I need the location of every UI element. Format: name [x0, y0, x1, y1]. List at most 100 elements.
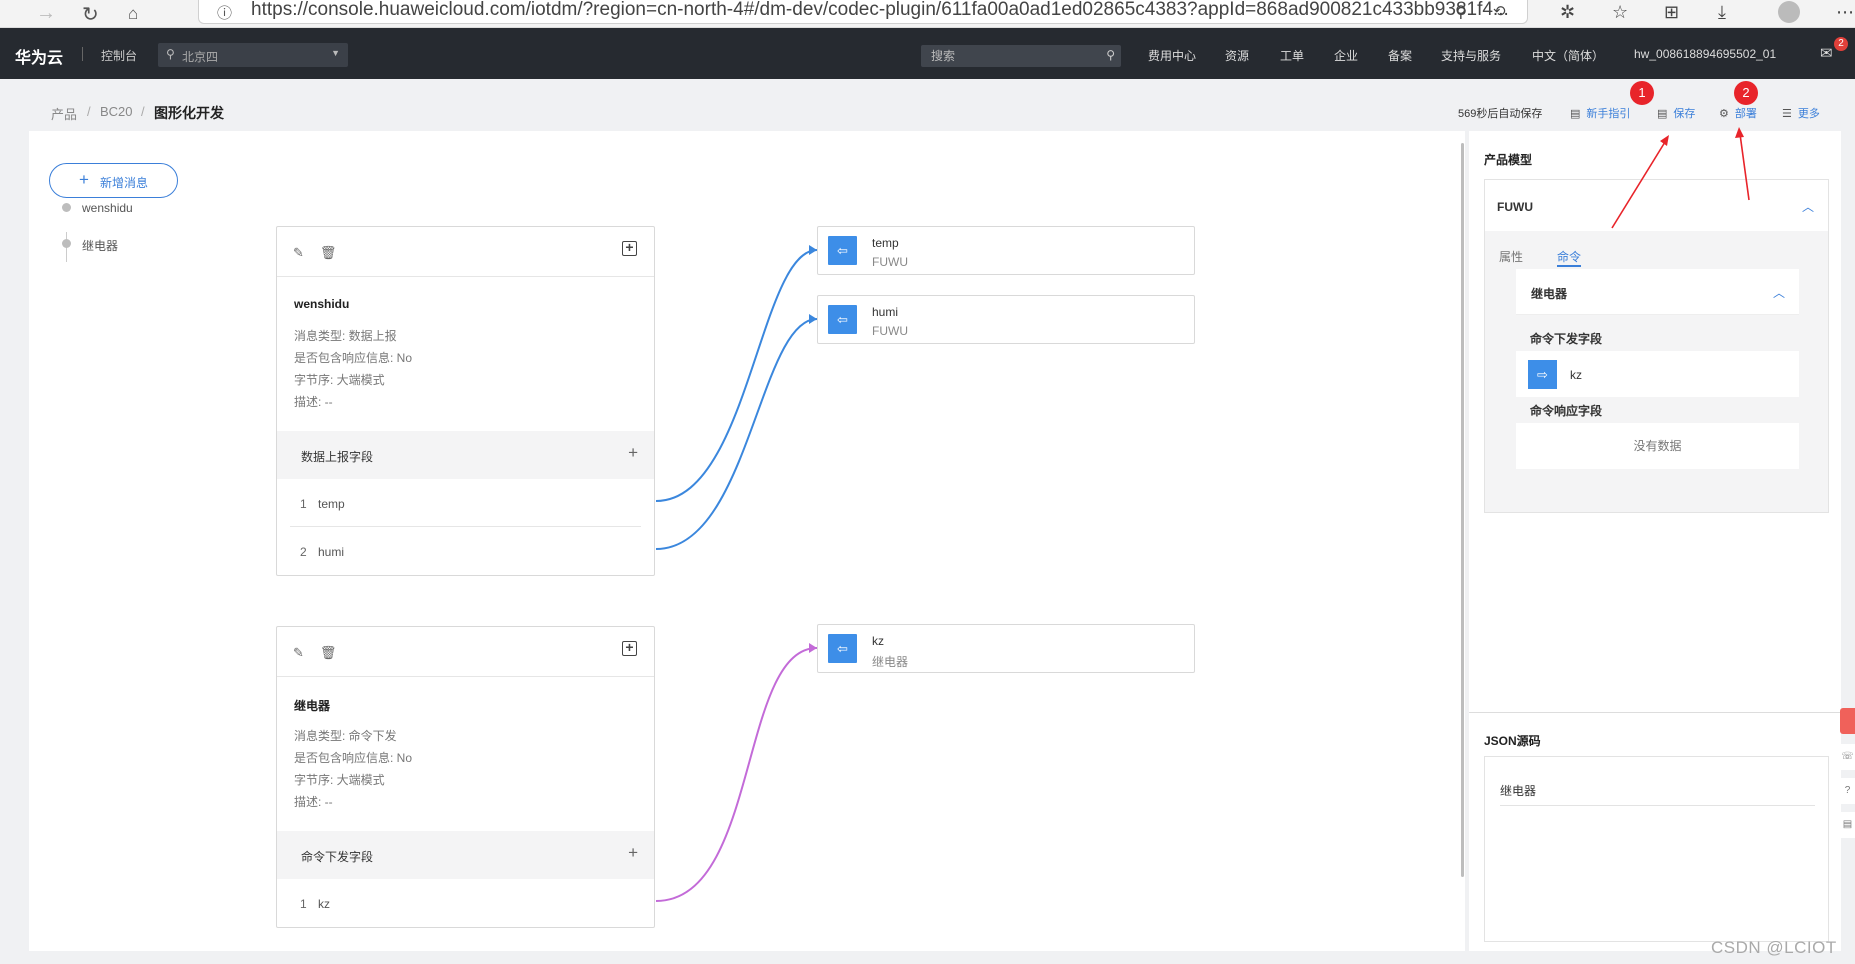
edit-icon[interactable]: ✎	[293, 645, 304, 660]
back-icon[interactable]: →	[36, 2, 56, 25]
panel-title: 产品模型	[1484, 153, 1533, 167]
model-target-humi[interactable]: ⇦ humi FUWU	[817, 295, 1195, 344]
nav-resources[interactable]: 资源	[1225, 47, 1249, 64]
card-divider	[277, 276, 654, 277]
tree-item-relay[interactable]: 继电器	[82, 237, 118, 254]
nav-account[interactable]: hw_008618894695502_01	[1634, 47, 1776, 61]
gear-icon: ⚙	[1719, 108, 1729, 120]
search-input[interactable]	[921, 45, 1091, 67]
service-body: 属性 命令 继电器 ︿ 命令下发字段 ⇨ kz 命令响应字段 没有数据	[1484, 231, 1829, 513]
guide-button[interactable]: ▤ 新手指引	[1570, 105, 1630, 121]
service-accordion[interactable]: FUWU ︿	[1484, 179, 1829, 231]
note-float-icon[interactable]: ▤	[1840, 812, 1855, 838]
deploy-label: 部署	[1734, 108, 1757, 120]
nav-filing[interactable]: 备案	[1388, 47, 1412, 64]
reader-icon[interactable]: ⟲	[1493, 2, 1506, 20]
favorites-icon[interactable]: ☆	[1612, 2, 1628, 23]
field-row[interactable]: 1 temp	[277, 479, 654, 527]
breadcrumb-separator: /	[141, 104, 145, 119]
feedback-float-button[interactable]	[1840, 708, 1855, 734]
message-description: 描述: --	[294, 395, 333, 409]
tab-commands[interactable]: 命令	[1557, 248, 1581, 265]
add-field-plus-icon[interactable]: +	[628, 444, 638, 462]
add-field-icon[interactable]: +	[622, 640, 637, 656]
annotation-badge-2: 2	[1734, 81, 1758, 105]
extensions-icon[interactable]: ✲	[1560, 2, 1575, 23]
message-name: wenshidu	[294, 297, 350, 311]
trash-icon[interactable]: 🗑	[320, 645, 337, 660]
address-bar[interactable]: ⓘ https://console.huaweicloud.com/iotdm/…	[198, 0, 1528, 24]
json-source-box[interactable]: 继电器	[1484, 756, 1829, 942]
model-target-temp[interactable]: ⇦ temp FUWU	[817, 226, 1195, 275]
link-temp	[655, 249, 818, 502]
nav-billing[interactable]: 费用中心	[1148, 47, 1196, 64]
header-divider	[82, 47, 83, 61]
reload-icon[interactable]: ↻	[82, 2, 99, 27]
search-icon[interactable]: ⚲	[1106, 48, 1115, 62]
arrow-head	[809, 314, 817, 324]
target-service: FUWU	[872, 255, 908, 269]
breadcrumb-current: 图形化开发	[154, 105, 224, 121]
field-row[interactable]: 1 kz	[277, 879, 654, 927]
profile-avatar[interactable]	[1778, 1, 1800, 23]
save-icon: ▤	[1657, 108, 1668, 120]
add-message-button[interactable]: + 新增消息	[49, 163, 178, 198]
fields-header: 数据上报字段 +	[277, 431, 654, 479]
trash-icon[interactable]: 🗑	[320, 245, 337, 260]
edit-icon[interactable]: ✎	[293, 245, 304, 260]
tree-item-wenshidu[interactable]: wenshidu	[82, 201, 133, 215]
add-message-label: 新增消息	[100, 176, 149, 190]
help-float-icon[interactable]: ☏	[1840, 744, 1855, 770]
deploy-button[interactable]: ⚙ 部署	[1719, 105, 1757, 121]
link-kz	[655, 647, 818, 902]
json-content: 继电器	[1500, 784, 1537, 798]
card-tools: ✎ 🗑	[293, 645, 352, 661]
brand-logo[interactable]: 华为云	[15, 44, 63, 68]
field-name: temp	[318, 497, 345, 511]
message-type: 消息类型: 数据上报	[294, 329, 397, 343]
site-info-icon[interactable]: ⓘ	[217, 2, 232, 23]
target-service: 继电器	[872, 655, 909, 669]
collections-icon[interactable]: ⊞	[1664, 2, 1679, 23]
header-search: ⚲	[921, 45, 1121, 67]
graphical-canvas: + 新增消息 wenshidu 继电器 ✎ 🗑 + wenshidu 消息类型: …	[29, 131, 1465, 951]
active-tab-indicator	[1557, 265, 1581, 267]
chevron-up-icon[interactable]: ︿	[1773, 284, 1785, 301]
breadcrumb-product[interactable]: BC20	[100, 104, 133, 119]
nav-tickets[interactable]: 工单	[1280, 47, 1304, 64]
question-float-icon[interactable]: ?	[1840, 778, 1855, 804]
target-name: humi	[872, 305, 899, 319]
browser-menu-icon[interactable]: ⋯	[1836, 2, 1854, 23]
mail-icon[interactable]: ✉	[1820, 44, 1833, 62]
more-label: 更多	[1797, 108, 1820, 120]
add-field-plus-icon[interactable]: +	[628, 844, 638, 862]
field-name: kz	[318, 897, 330, 911]
canvas-scrollbar[interactable]	[1461, 143, 1464, 877]
breadcrumb-separator: /	[87, 104, 91, 119]
message-description: 描述: --	[294, 795, 333, 809]
resp-fields-title: 命令响应字段	[1530, 404, 1603, 418]
downloads-icon[interactable]: ⤓	[1718, 2, 1726, 23]
chevron-up-icon[interactable]: ︿	[1802, 198, 1814, 215]
more-button[interactable]: ☰ 更多	[1782, 105, 1820, 121]
add-field-icon[interactable]: +	[622, 240, 637, 256]
zoom-icon[interactable]: ⚲	[1455, 2, 1467, 22]
home-icon[interactable]: ⌂	[128, 4, 138, 24]
tab-properties[interactable]: 属性	[1499, 248, 1523, 265]
model-target-kz[interactable]: ⇦ kz 继电器	[817, 624, 1195, 673]
console-link[interactable]: 控制台	[101, 47, 137, 64]
link-humi	[655, 318, 818, 550]
nav-language[interactable]: 中文（简体）	[1532, 47, 1604, 64]
nav-support[interactable]: 支持与服务	[1441, 47, 1501, 64]
breadcrumb-products[interactable]: 产品	[51, 104, 77, 123]
guide-label: 新手指引	[1586, 108, 1631, 120]
save-button[interactable]: ▤ 保存	[1657, 105, 1695, 121]
model-field-kz[interactable]: ⇨ kz	[1516, 351, 1799, 397]
target-name: kz	[872, 634, 884, 648]
nav-enterprise[interactable]: 企业	[1334, 47, 1358, 64]
region-select[interactable]: ⚲ 北京四 ▼	[158, 43, 348, 67]
command-accordion[interactable]: 继电器 ︿	[1516, 269, 1799, 315]
field-row[interactable]: 2 humi	[277, 527, 654, 575]
message-card-wenshidu: ✎ 🗑 + wenshidu 消息类型: 数据上报 是否包含响应信息: No 字节…	[276, 226, 655, 576]
json-source-title: JSON源码	[1484, 734, 1541, 748]
